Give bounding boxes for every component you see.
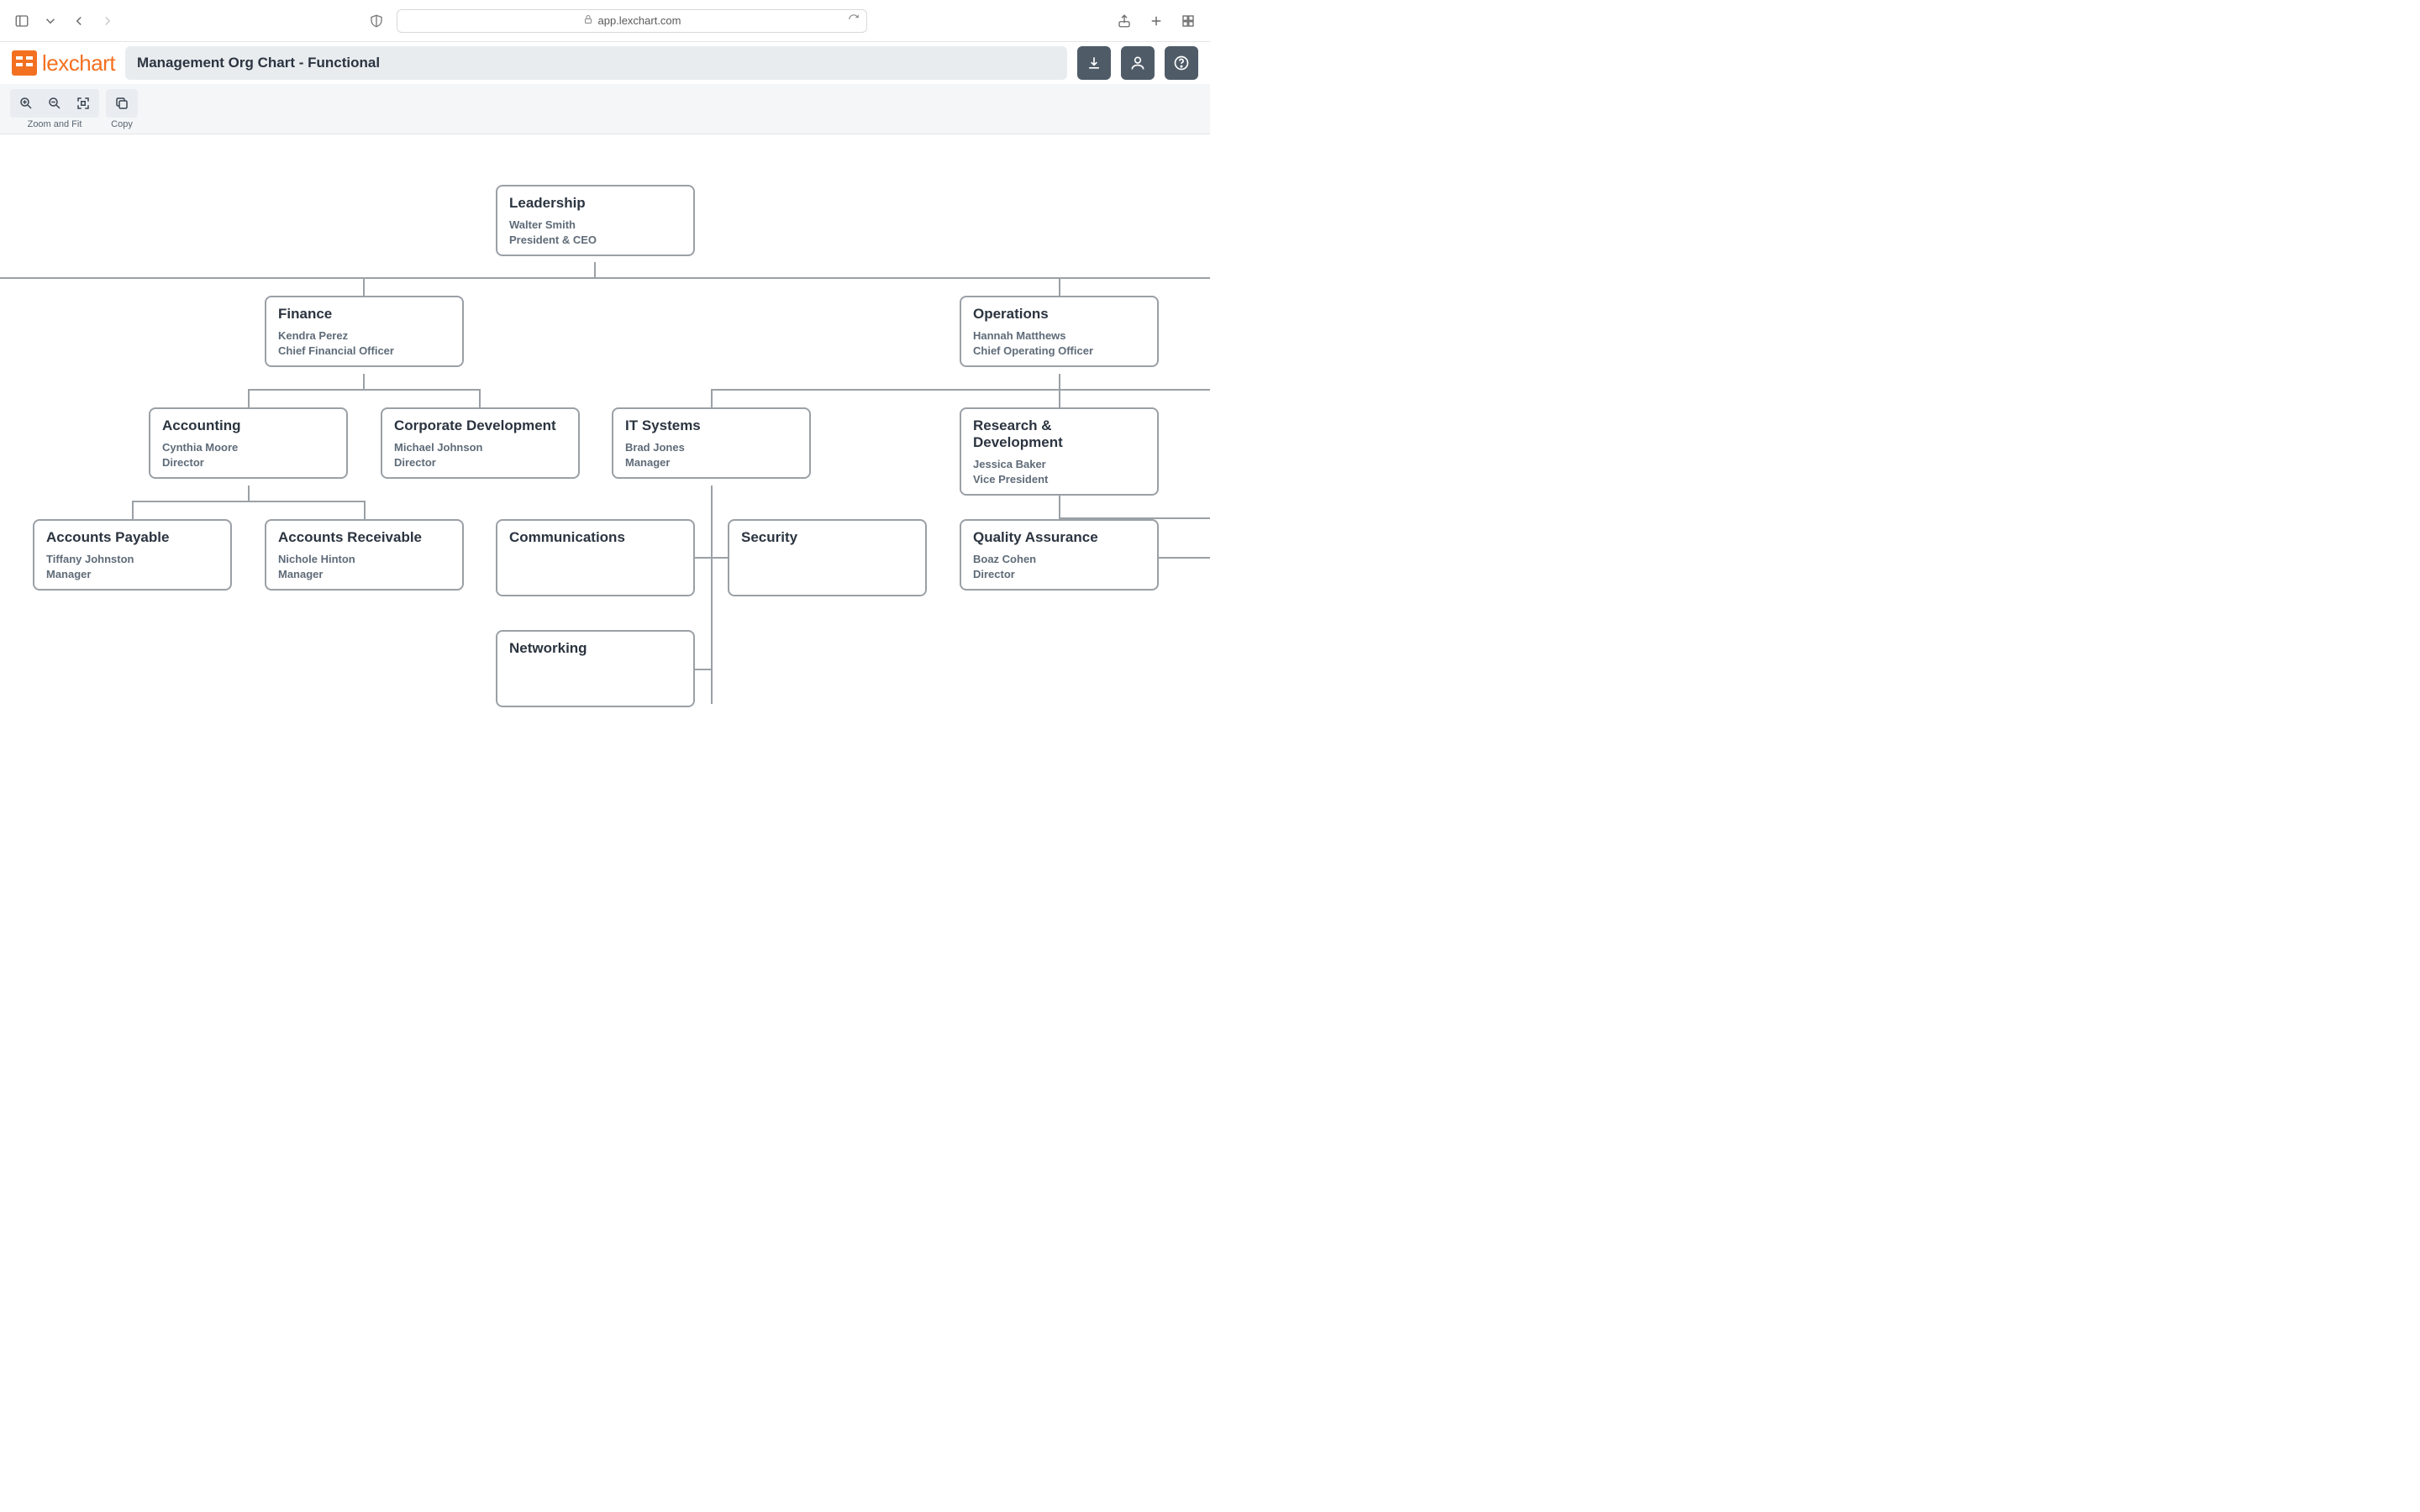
nav-back-button[interactable] (67, 9, 91, 33)
node-ar[interactable]: Accounts Receivable Nichole Hinton Manag… (265, 519, 464, 591)
lock-icon (583, 14, 593, 27)
node-role: Chief Financial Officer (278, 344, 450, 357)
logo-mark-icon (12, 50, 37, 76)
node-role: Chief Operating Officer (973, 344, 1145, 357)
node-person: Brad Jones (625, 439, 797, 456)
zoom-group-label: Zoom and Fit (28, 119, 82, 129)
connector (711, 389, 1210, 391)
node-operations[interactable]: Operations Hannah Matthews Chief Operati… (960, 296, 1159, 367)
connector (711, 486, 713, 704)
node-person: Kendra Perez (278, 328, 450, 344)
node-it[interactable]: IT Systems Brad Jones Manager (612, 407, 811, 479)
connector (479, 389, 481, 407)
node-role: Manager (625, 456, 797, 469)
node-dept: Security (741, 529, 913, 546)
node-dept: Leadership (509, 195, 681, 212)
node-role: Manager (46, 568, 218, 580)
node-person: Hannah Matthews (973, 328, 1145, 344)
connector (694, 669, 713, 670)
new-tab-icon[interactable] (1144, 9, 1168, 33)
node-role: Director (973, 568, 1145, 580)
connector (364, 501, 366, 519)
logo[interactable]: lexchart (12, 50, 115, 76)
chart-title-input[interactable]: Management Org Chart - Functional (125, 46, 1067, 80)
node-person: Walter Smith (509, 217, 681, 234)
url-bar[interactable]: app.lexchart.com (397, 9, 867, 33)
chevron-down-icon[interactable] (39, 9, 62, 33)
chart-title-text: Management Org Chart - Functional (137, 55, 380, 71)
node-corpdev[interactable]: Corporate Development Michael Johnson Di… (381, 407, 580, 479)
node-comm[interactable]: Communications (496, 519, 695, 596)
toolbar: Zoom and Fit Copy (0, 84, 1210, 134)
connector (248, 389, 480, 391)
node-dept: Research & Development (973, 417, 1145, 451)
zoom-in-button[interactable] (13, 92, 39, 114)
copy-tool-group: Copy (106, 89, 138, 129)
connector (132, 501, 134, 519)
node-person: Boaz Cohen (973, 551, 1145, 568)
account-button[interactable] (1121, 46, 1155, 80)
connector (363, 277, 365, 296)
connector (1059, 374, 1060, 391)
node-dept: Accounts Payable (46, 529, 218, 546)
url-text: app.lexchart.com (598, 14, 681, 27)
logo-text: lexchart (42, 50, 115, 76)
connector (1059, 277, 1060, 296)
node-qa[interactable]: Quality Assurance Boaz Cohen Director (960, 519, 1159, 591)
download-button[interactable] (1077, 46, 1111, 80)
sidebar-toggle-icon[interactable] (10, 9, 34, 33)
node-accounting[interactable]: Accounting Cynthia Moore Director (149, 407, 348, 479)
connector (711, 389, 713, 407)
privacy-shield-icon[interactable] (365, 9, 388, 33)
fit-screen-button[interactable] (71, 92, 96, 114)
org-chart-canvas[interactable]: Leadership Walter Smith President & CEO … (0, 134, 1210, 756)
node-role: President & CEO (509, 234, 681, 246)
node-person: Michael Johnson (394, 439, 566, 456)
share-icon[interactable] (1113, 9, 1136, 33)
copy-group-label: Copy (111, 119, 133, 129)
connector (0, 277, 1210, 279)
app-header: lexchart Management Org Chart - Function… (0, 42, 1210, 84)
node-leadership[interactable]: Leadership Walter Smith President & CEO (496, 185, 695, 256)
connector (132, 501, 366, 502)
node-ap[interactable]: Accounts Payable Tiffany Johnston Manage… (33, 519, 232, 591)
node-dept: IT Systems (625, 417, 797, 434)
connector (363, 374, 365, 391)
connector (1158, 557, 1210, 559)
connector (594, 262, 596, 279)
connector (1059, 389, 1060, 407)
connector (248, 389, 250, 407)
node-role: Director (394, 456, 566, 469)
node-dept: Finance (278, 306, 450, 323)
node-person: Nichole Hinton (278, 551, 450, 568)
refresh-icon[interactable] (848, 13, 860, 28)
zoom-out-button[interactable] (42, 92, 67, 114)
tab-overview-icon[interactable] (1176, 9, 1200, 33)
node-role: Vice President (973, 473, 1145, 486)
node-dept: Communications (509, 529, 681, 546)
help-button[interactable] (1165, 46, 1198, 80)
node-role: Manager (278, 568, 450, 580)
node-person: Cynthia Moore (162, 439, 334, 456)
copy-button[interactable] (109, 92, 134, 114)
zoom-tool-group: Zoom and Fit (10, 89, 99, 129)
node-person: Tiffany Johnston (46, 551, 218, 568)
node-security[interactable]: Security (728, 519, 927, 596)
node-role: Director (162, 456, 334, 469)
node-finance[interactable]: Finance Kendra Perez Chief Financial Off… (265, 296, 464, 367)
node-dept: Networking (509, 640, 681, 657)
node-dept: Accounting (162, 417, 334, 434)
node-dept: Corporate Development (394, 417, 566, 434)
node-dept: Accounts Receivable (278, 529, 450, 546)
node-rd[interactable]: Research & Development Jessica Baker Vic… (960, 407, 1159, 496)
connector (248, 486, 250, 502)
browser-toolbar: app.lexchart.com (0, 0, 1210, 42)
node-person: Jessica Baker (973, 456, 1145, 473)
node-networking[interactable]: Networking (496, 630, 695, 707)
nav-forward-button (96, 9, 119, 33)
node-dept: Operations (973, 306, 1145, 323)
node-dept: Quality Assurance (973, 529, 1145, 546)
